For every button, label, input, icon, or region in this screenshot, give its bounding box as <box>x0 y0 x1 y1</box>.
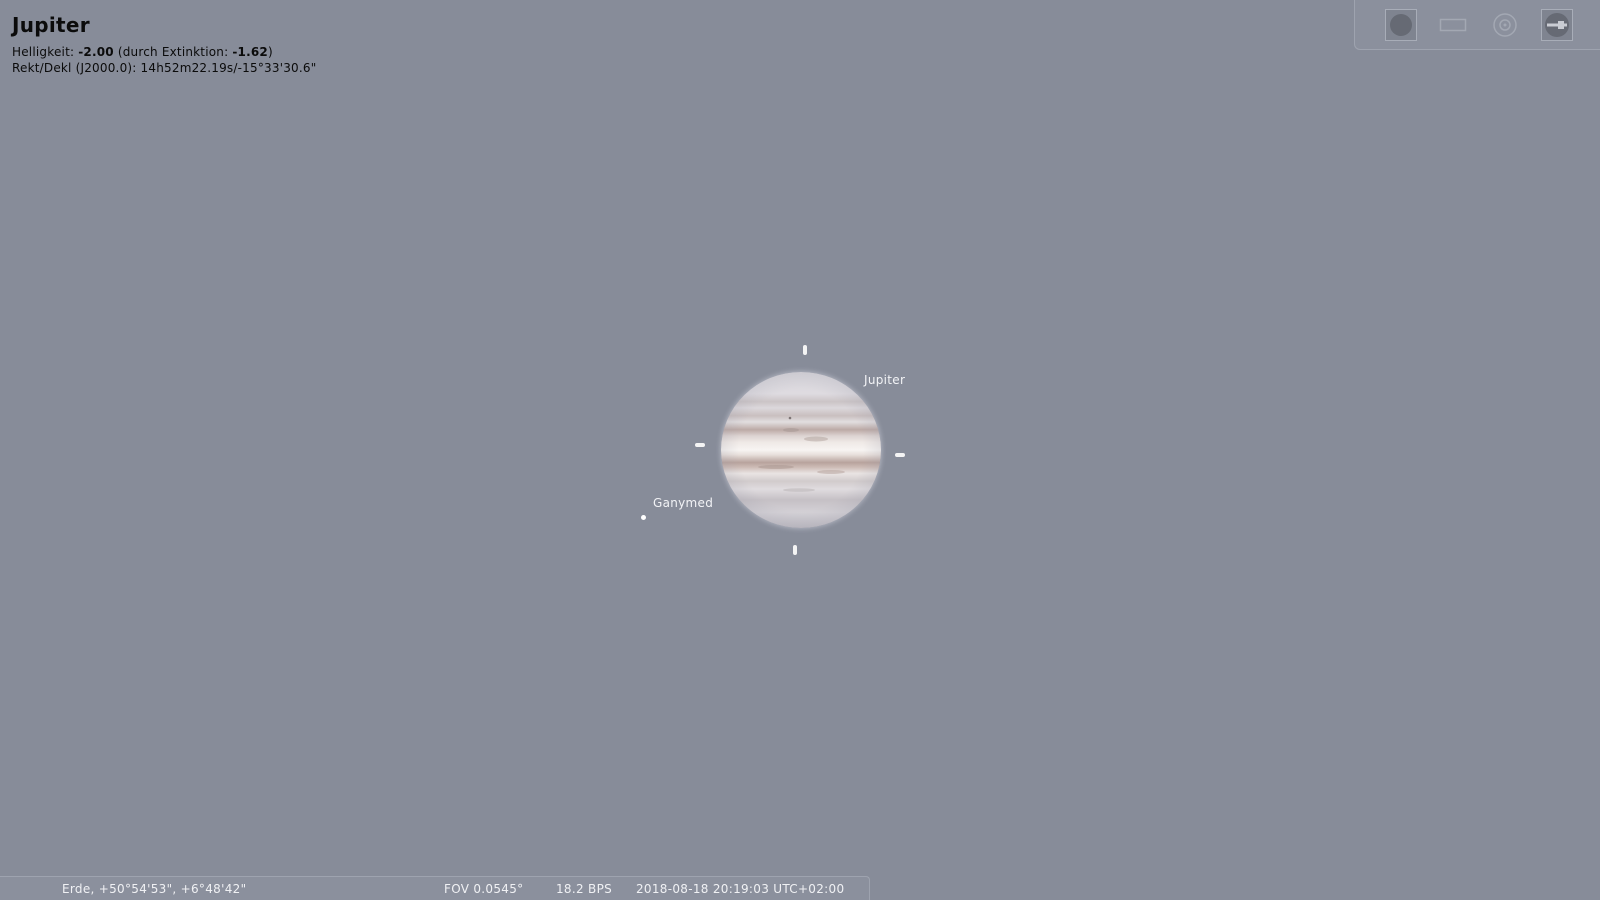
sky-view[interactable]: Jupiter Ganymed <box>0 0 1600 900</box>
magnitude-line: Helligkeit: -2.00 (durch Extinktion: -1.… <box>12 44 316 60</box>
extinction-suffix: ) <box>267 45 273 59</box>
location-status[interactable]: Erde, +50°54'53", +6°48'42" <box>62 882 246 896</box>
status-bar: Erde, +50°54'53", +6°48'42" FOV 0.0545° … <box>0 876 870 900</box>
jupiter-label[interactable]: Jupiter <box>864 373 905 387</box>
magnitude-prefix: Helligkeit: <box>12 45 79 59</box>
crosshair-button[interactable] <box>1489 9 1521 41</box>
telescope-button[interactable] <box>1541 9 1573 41</box>
extinction-prefix: (durch Extinktion: <box>113 45 233 59</box>
view-toolbar <box>1354 0 1600 50</box>
extinction-value: -1.62 <box>232 45 268 59</box>
selection-marker-left <box>695 443 705 447</box>
planet-view-button[interactable] <box>1385 9 1417 41</box>
ocular-button[interactable] <box>1437 9 1469 41</box>
jupiter-surface-detail <box>758 416 845 492</box>
ganymede-moon[interactable] <box>641 515 646 520</box>
selection-marker-bottom <box>793 545 797 555</box>
telescope-icon <box>1545 13 1569 37</box>
object-title: Jupiter <box>12 13 90 37</box>
fps-status: 18.2 BPS <box>556 882 613 896</box>
selection-marker-top <box>803 345 807 355</box>
ocular-icon <box>1439 18 1467 32</box>
ganymede-label[interactable]: Ganymed <box>653 496 713 510</box>
jupiter-planet[interactable] <box>721 372 881 528</box>
crosshair-icon <box>1493 13 1517 37</box>
datetime-status[interactable]: 2018-08-18 20:19:03 UTC+02:00 <box>636 882 844 896</box>
selection-marker-right <box>895 453 905 457</box>
planet-view-icon <box>1390 14 1412 36</box>
object-info-panel: Jupiter Helligkeit: -2.00 (durch Extinkt… <box>12 12 316 76</box>
fov-status: FOV 0.0545° <box>444 882 524 896</box>
radec-line: Rekt/Dekl (J2000.0): 14h52m22.19s/-15°33… <box>12 61 317 75</box>
magnitude-value: -2.00 <box>78 45 114 59</box>
